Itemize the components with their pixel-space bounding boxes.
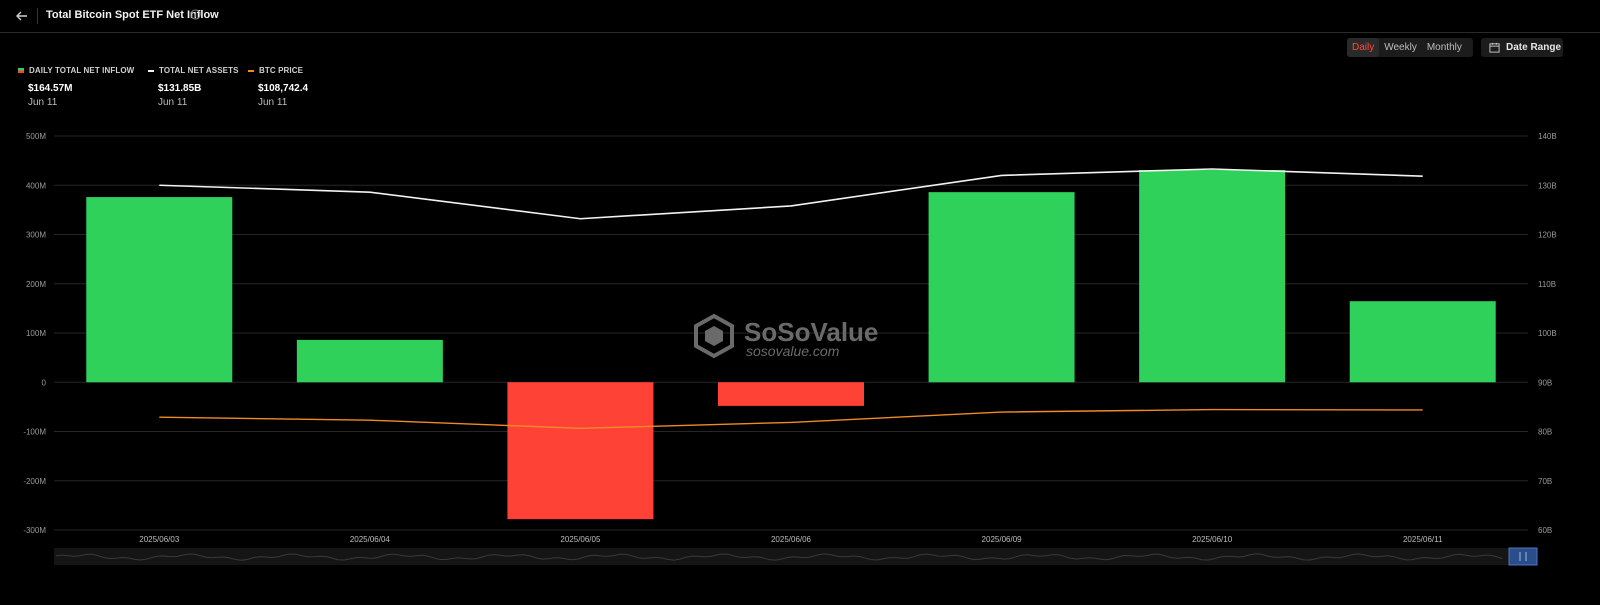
right-tick-label: 80B bbox=[1538, 428, 1552, 437]
x-tick-label: 2025/06/11 bbox=[1403, 535, 1443, 544]
btc-price-line bbox=[159, 408, 1423, 429]
watermark-site: sosovalue.com bbox=[746, 343, 840, 359]
x-tick-label: 2025/06/10 bbox=[1192, 535, 1233, 544]
inflow-bar bbox=[718, 382, 864, 406]
inflow-bar bbox=[86, 197, 233, 383]
left-tick-label: -300M bbox=[23, 526, 46, 535]
left-tick-label: 200M bbox=[26, 280, 46, 289]
x-tick-label: 2025/06/05 bbox=[560, 535, 601, 544]
watermark: SoSoValue sosovalue.com bbox=[694, 313, 878, 359]
inflow-bar bbox=[1349, 301, 1496, 383]
left-tick-label: 400M bbox=[26, 181, 46, 190]
left-tick-label: -100M bbox=[23, 428, 46, 437]
x-axis: 2025/06/03 2025/06/04 2025/06/05 2025/06/06… bbox=[139, 535, 1443, 544]
left-axis: 500M 400M 300M 200M 100M 0 -100M -200M -300M bbox=[23, 132, 46, 535]
range-navigator[interactable] bbox=[54, 547, 1538, 566]
left-tick-label: 0 bbox=[42, 378, 47, 387]
inflow-bar bbox=[296, 339, 443, 383]
x-tick-label: 2025/06/04 bbox=[350, 535, 391, 544]
left-tick-label: 100M bbox=[26, 329, 46, 338]
inflow-bar bbox=[928, 192, 1075, 383]
x-tick-label: 2025/06/03 bbox=[139, 535, 180, 544]
right-tick-label: 60B bbox=[1538, 526, 1552, 535]
right-tick-label: 140B bbox=[1538, 132, 1557, 141]
inflow-bar bbox=[1139, 169, 1286, 383]
right-tick-label: 70B bbox=[1538, 477, 1552, 486]
right-tick-label: 110B bbox=[1538, 280, 1556, 289]
right-tick-label: 100B bbox=[1538, 329, 1557, 338]
right-tick-label: 130B bbox=[1538, 181, 1557, 190]
navigator-handle[interactable] bbox=[1508, 547, 1538, 566]
combo-chart: 500M 400M 300M 200M 100M 0 -100M -200M -300M 140… bbox=[23, 132, 1557, 566]
left-tick-label: -200M bbox=[23, 477, 46, 486]
right-tick-label: 90B bbox=[1538, 378, 1552, 387]
x-tick-label: 2025/06/09 bbox=[982, 535, 1023, 544]
sosovalue-logo-icon bbox=[694, 313, 734, 359]
x-tick-label: 2025/06/06 bbox=[771, 535, 812, 544]
right-tick-label: 120B bbox=[1538, 231, 1557, 240]
left-tick-label: 300M bbox=[26, 231, 46, 240]
inflow-bar bbox=[507, 382, 654, 520]
right-axis: 140B 130B 120B 110B 100B 90B 80B 70B 60B bbox=[1538, 132, 1557, 535]
left-tick-label: 500M bbox=[26, 132, 46, 141]
